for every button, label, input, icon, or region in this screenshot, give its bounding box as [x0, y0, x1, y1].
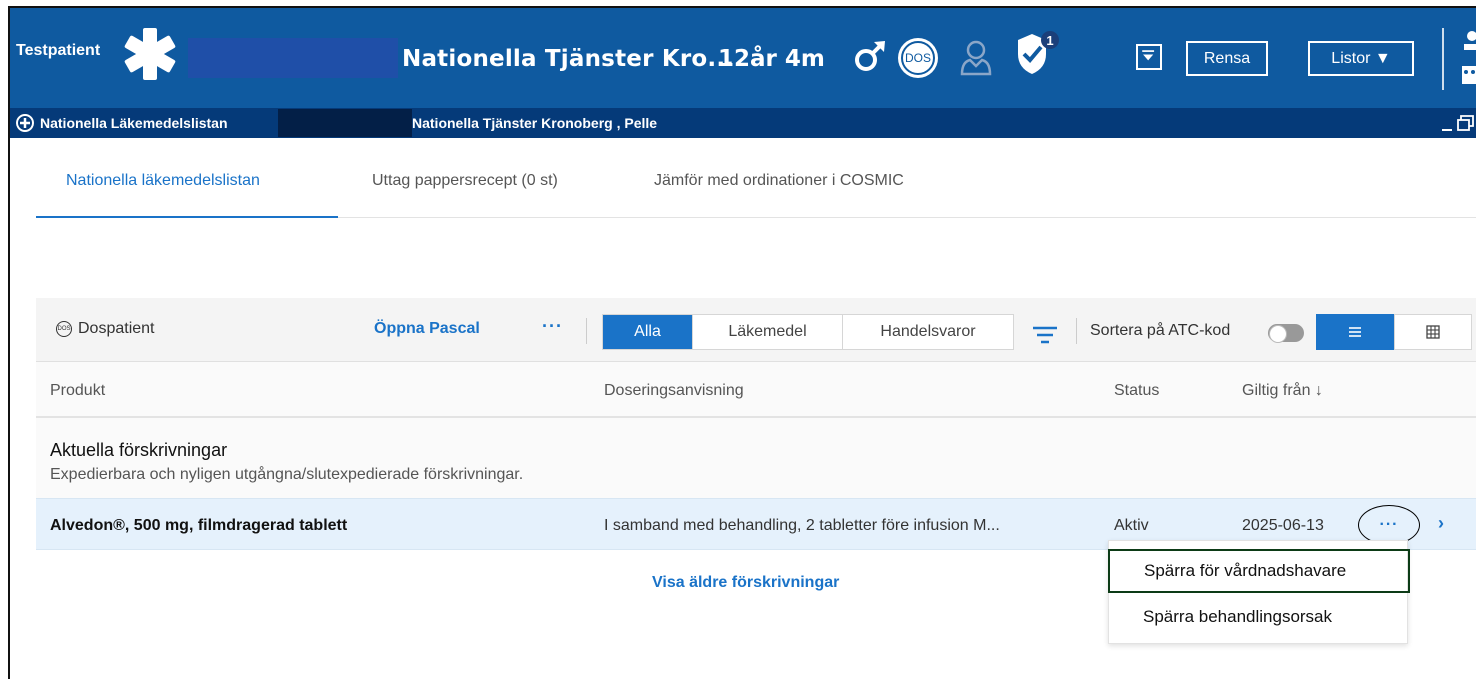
patient-banner: Testpatient Nationella Tjänster Kro... 1… — [10, 8, 1476, 108]
prescription-panel: DOS Dospatient Öppna Pascal ··· Alla Läk… — [36, 298, 1476, 591]
row-context-menu: Spärra för vårdnadshavare Spärra behandl… — [1108, 540, 1410, 644]
dos-icon[interactable]: DOS — [898, 38, 938, 78]
grid-view-icon — [1426, 325, 1440, 339]
patient-tag: Testpatient — [16, 42, 101, 59]
row-dosering: I samband med behandling, 2 tabletter fö… — [604, 517, 1000, 534]
sort-atc-toggle[interactable] — [1268, 324, 1304, 343]
column-dosering[interactable]: Doseringsanvisning — [604, 382, 744, 400]
plus-circle-icon — [16, 114, 34, 132]
tab-nationella-lakemedelslistan[interactable]: Nationella läkemedelslistan — [66, 172, 260, 190]
star-of-life-icon — [124, 28, 176, 80]
redacted-field — [278, 109, 412, 137]
column-produkt[interactable]: Produkt — [50, 382, 105, 400]
divider — [586, 318, 587, 344]
patient-age: 12år 4m — [718, 46, 825, 72]
divider — [1442, 28, 1444, 90]
row-date: 2025-06-13 — [1242, 517, 1324, 534]
section-heading: Aktuella förskrivningar — [50, 440, 228, 460]
row-product: Alvedon®, 500 mg, filmdragerad tablett — [50, 517, 348, 534]
male-icon — [855, 41, 885, 71]
sort-atc-label: Sortera på ATC-kod — [1090, 322, 1231, 339]
redacted-field — [188, 38, 398, 78]
rensa-button[interactable]: Rensa — [1186, 41, 1268, 76]
column-status[interactable]: Status — [1114, 382, 1159, 400]
row-status: Aktiv — [1114, 517, 1149, 534]
svg-text:1: 1 — [1046, 33, 1053, 48]
tab-uttag-pappersrecept[interactable]: Uttag pappersrecept (0 st) — [372, 172, 558, 190]
section-subheading: Expedierbara och nyligen utgångna/slutex… — [50, 466, 524, 483]
column-giltig-fran[interactable]: Giltig från ↓ — [1242, 382, 1323, 400]
grid-view-button[interactable] — [1394, 314, 1472, 350]
module-title: Nationella Läkemedelslistan — [40, 115, 228, 131]
module-bar: Nationella Läkemedelslistan Nationella T… — [10, 108, 1476, 138]
shield-check-icon[interactable]: 1 — [1012, 30, 1062, 78]
menu-item-sparra-behandlingsorsak[interactable]: Spärra behandlingsorsak — [1109, 595, 1409, 639]
menu-item-sparra-vardnadshavare[interactable]: Spärra för vårdnadshavare — [1108, 549, 1410, 593]
table-toolbar: DOS Dospatient Öppna Pascal ··· Alla Läk… — [36, 298, 1476, 362]
window-controls-icon[interactable] — [1438, 112, 1474, 134]
filter-segmented-control: Alla Läkemedel Handelsvaror — [602, 314, 1014, 350]
person-icon[interactable] — [958, 38, 994, 78]
module-context: Nationella Tjänster Kronoberg , Pelle — [412, 115, 658, 131]
tab-jamfor-cosmic[interactable]: Jämför med ordinationer i COSMIC — [654, 172, 904, 190]
segment-lakemedel[interactable]: Läkemedel — [693, 315, 843, 349]
listor-button[interactable]: Listor ▼ — [1308, 41, 1414, 76]
list-view-button[interactable] — [1316, 314, 1394, 350]
collapse-button[interactable] — [1136, 44, 1162, 70]
table-header: Produkt Doseringsanvisning Status Giltig… — [36, 362, 1476, 418]
active-tab-indicator — [36, 216, 338, 218]
section-header: Aktuella förskrivningar Expedierbara och… — [36, 418, 1476, 498]
filter-icon[interactable] — [1032, 326, 1058, 344]
chevron-right-icon[interactable]: › — [1438, 513, 1444, 534]
more-options-button[interactable]: ··· — [542, 316, 563, 337]
row-more-button[interactable]: ··· — [1358, 505, 1420, 545]
list-view-icon — [1349, 327, 1361, 337]
dospatient-label: DOS Dospatient — [56, 320, 155, 337]
tab-bar: Nationella läkemedelslistan Uttag papper… — [36, 138, 1476, 218]
user-icon[interactable] — [1456, 26, 1476, 96]
visa-aldre-link[interactable]: Visa äldre förskrivningar — [652, 574, 839, 592]
dos-icon: DOS — [56, 321, 72, 337]
segment-handelsvaror[interactable]: Handelsvaror — [843, 315, 1013, 349]
segment-alla[interactable]: Alla — [603, 315, 693, 349]
app-frame: Testpatient Nationella Tjänster Kro... 1… — [8, 6, 1476, 679]
divider — [1076, 318, 1077, 344]
oppna-pascal-link[interactable]: Öppna Pascal — [374, 320, 480, 338]
patient-title: Nationella Tjänster Kro... — [402, 46, 735, 72]
